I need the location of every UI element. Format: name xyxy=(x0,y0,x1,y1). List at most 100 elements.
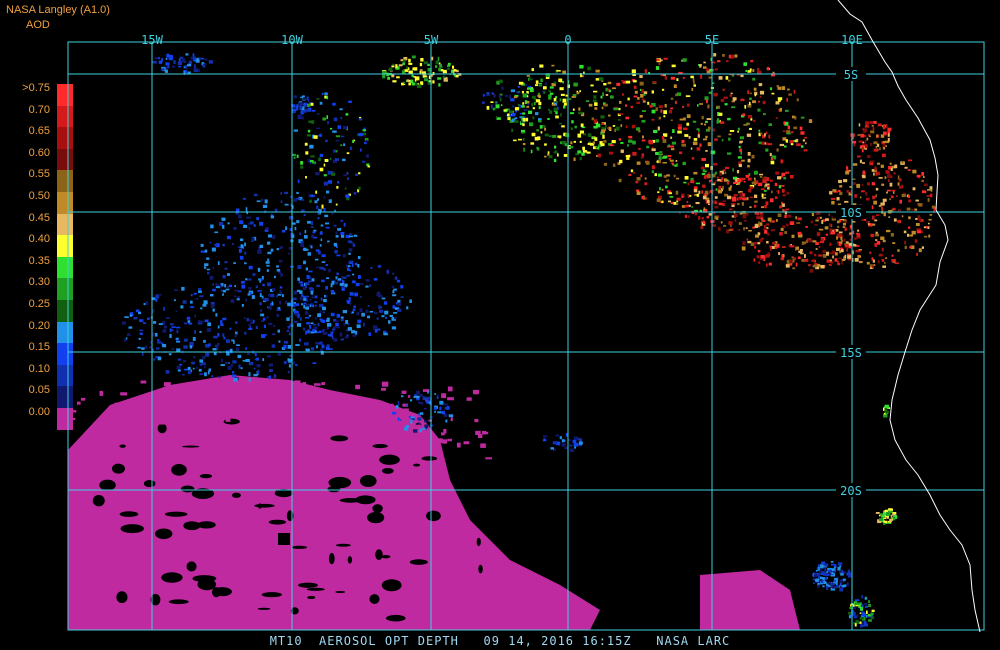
aod-pixel xyxy=(510,89,515,93)
aod-pixel xyxy=(84,453,87,457)
aod-pixel xyxy=(240,281,245,284)
aod-pixel xyxy=(289,332,291,336)
data-gap xyxy=(367,512,385,524)
aod-pixel xyxy=(167,65,170,69)
aod-pixel xyxy=(267,234,272,238)
aod-pixel xyxy=(782,130,786,133)
aod-pixel xyxy=(211,375,214,378)
aod-pixel xyxy=(344,284,348,288)
aod-pixel xyxy=(782,203,785,207)
data-gap xyxy=(328,552,335,565)
aod-pixel xyxy=(303,214,306,217)
aod-pixel xyxy=(142,322,147,324)
aod-pixel xyxy=(195,59,200,63)
aod-pixel xyxy=(194,314,196,318)
aod-pixel xyxy=(387,77,390,80)
aod-pixel xyxy=(369,311,373,313)
aod-pixel xyxy=(410,399,413,402)
aod-pixel xyxy=(295,303,300,306)
aod-pixel xyxy=(770,160,775,165)
aod-pixel xyxy=(482,430,487,435)
aod-pixel xyxy=(313,383,321,386)
aod-pixel xyxy=(621,80,624,83)
aod-pixel xyxy=(874,243,878,247)
aod-pixel xyxy=(288,360,292,363)
aod-pixel xyxy=(321,92,324,95)
aod-pixel xyxy=(811,259,815,262)
aod-pixel xyxy=(532,95,536,99)
aod-pixel xyxy=(916,230,921,234)
aod-pixel xyxy=(269,369,273,372)
aod-pixel xyxy=(548,90,551,93)
aod-pixel xyxy=(296,323,302,327)
aod-pixel xyxy=(377,264,382,268)
aod-pixel xyxy=(771,246,775,249)
aod-pixel xyxy=(322,394,328,399)
aod-pixel xyxy=(867,616,871,619)
aod-pixel xyxy=(207,370,210,375)
aod-pixel xyxy=(409,299,412,303)
aod-pixel xyxy=(637,97,640,100)
data-gap xyxy=(426,510,441,522)
aod-pixel xyxy=(803,149,808,152)
aod-pixel xyxy=(849,228,851,231)
aod-pixel xyxy=(636,161,641,165)
aod-pixel xyxy=(441,432,445,436)
data-gap xyxy=(186,561,197,572)
aod-pixel xyxy=(80,447,85,453)
aod-pixel xyxy=(626,157,630,160)
aod-pixel xyxy=(164,382,171,387)
aod-pixel xyxy=(741,246,746,251)
data-gap xyxy=(375,549,383,561)
aod-pixel xyxy=(208,389,214,394)
data-gap xyxy=(99,479,116,491)
longitude-label: 0 xyxy=(564,33,571,47)
aod-pixel xyxy=(854,599,860,601)
aod-pixel xyxy=(746,197,749,201)
aod-pixel xyxy=(392,63,395,66)
aod-pixel xyxy=(829,570,832,573)
aod-pixel xyxy=(222,293,224,296)
aod-pixel xyxy=(780,159,784,164)
aod-pixel xyxy=(183,60,187,64)
aod-pixel xyxy=(305,284,307,289)
aod-pixel xyxy=(852,250,855,255)
aod-pixel xyxy=(808,239,813,243)
aod-pixel xyxy=(212,283,214,286)
aod-pixel xyxy=(747,90,749,95)
aod-pixel xyxy=(184,322,187,325)
aod-pixel xyxy=(593,90,598,93)
aod-pixel xyxy=(328,199,332,203)
aod-pixel xyxy=(521,105,525,108)
aod-pixel xyxy=(293,156,296,159)
aod-pixel xyxy=(500,104,503,106)
aod-pixel xyxy=(320,297,323,301)
aod-pixel xyxy=(339,108,343,111)
aod-pixel xyxy=(871,257,874,261)
aod-pixel xyxy=(230,364,233,367)
aod-pixel xyxy=(707,174,711,178)
aod-pixel xyxy=(305,267,308,271)
aod-pixel xyxy=(349,146,353,150)
aod-pixel xyxy=(824,226,829,230)
aod-pixel xyxy=(160,418,165,423)
aod-pixel xyxy=(244,262,247,265)
aod-pixel xyxy=(858,123,861,127)
aod-pixel xyxy=(367,398,371,402)
aod-pixel xyxy=(112,458,119,463)
aod-pixel xyxy=(346,334,349,337)
aod-pixel xyxy=(526,105,530,108)
aod-pixel xyxy=(693,80,695,85)
aod-pixel xyxy=(636,191,641,195)
data-gap xyxy=(278,533,290,545)
aod-pixel xyxy=(639,75,643,78)
aod-pixel xyxy=(859,617,864,620)
aod-pixel xyxy=(177,61,182,65)
aod-pixel xyxy=(347,323,350,326)
data-gap xyxy=(291,545,308,549)
aod-pixel xyxy=(256,200,261,202)
aod-pixel xyxy=(598,77,604,81)
aod-pixel xyxy=(764,230,768,234)
aod-pixel xyxy=(209,275,214,280)
aod-pixel xyxy=(147,317,150,320)
